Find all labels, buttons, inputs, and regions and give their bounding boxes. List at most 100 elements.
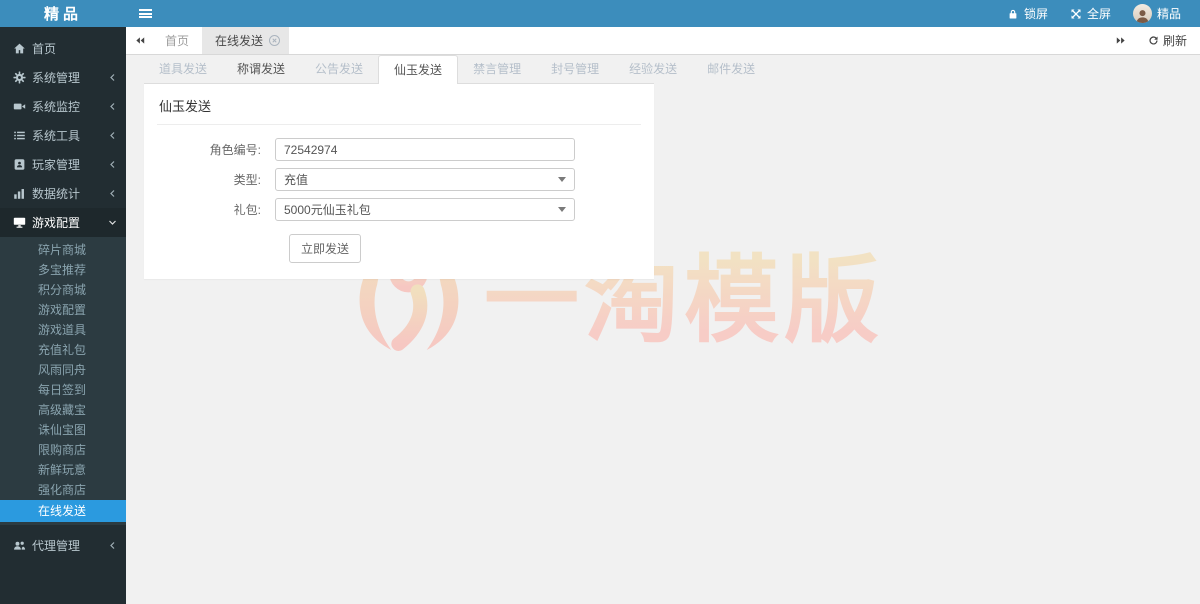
submenu-item[interactable]: 游戏配置	[0, 300, 126, 320]
bar-chart-icon	[13, 187, 32, 200]
sidebar-item-label: 系统工具	[32, 129, 81, 143]
content-area: 首页 在线发送 刷新 道具发送 称谓发送 公告发送 仙玉发送 禁言管理 封号管理…	[126, 27, 1200, 604]
chevron-left-icon	[108, 131, 117, 140]
send-now-button[interactable]: 立即发送	[289, 234, 362, 263]
form-row-type: 类型: 充值	[157, 168, 641, 191]
user-name: 精品	[1156, 7, 1181, 21]
home-icon	[13, 42, 32, 55]
sidebar-item-label: 玩家管理	[32, 158, 81, 172]
sidebar-item-label: 首页	[32, 42, 57, 56]
refresh-button[interactable]: 刷新	[1135, 27, 1200, 54]
list-icon	[13, 129, 32, 142]
sidebar-item-player-manage[interactable]: 玩家管理	[0, 150, 126, 179]
tab-mail-send[interactable]: 邮件发送	[692, 55, 770, 83]
tab-notice-send[interactable]: 公告发送	[300, 55, 378, 83]
chevron-left-icon	[108, 102, 117, 111]
video-camera-icon	[13, 100, 32, 113]
jade-send-panel: 仙玉发送 角色编号: 类型: 充值 礼包: 5000元仙玉礼包 立即发送	[144, 84, 654, 279]
close-tab-icon[interactable]	[269, 35, 281, 46]
submenu-item[interactable]: 游戏道具	[0, 320, 126, 340]
users-icon	[13, 539, 32, 552]
caret-down-icon	[558, 207, 566, 212]
fullscreen-label: 全屏	[1086, 7, 1111, 21]
gift-select-value: 5000元仙玉礼包	[284, 203, 371, 217]
tab-item-send[interactable]: 道具发送	[144, 55, 222, 83]
fullscreen-icon	[1071, 9, 1081, 18]
type-select[interactable]: 充值	[275, 168, 575, 191]
lock-screen-button[interactable]: 锁屏	[996, 0, 1059, 27]
avatar	[1132, 4, 1152, 23]
game-config-submenu: 碎片商城 多宝推荐 积分商城 游戏配置 游戏道具 充值礼包 风雨同舟 每日签到 …	[0, 237, 126, 525]
desktop-icon	[13, 216, 32, 229]
sidebar-item-system-manage[interactable]: 系统管理	[0, 63, 126, 92]
submenu-item[interactable]: 风雨同舟	[0, 360, 126, 380]
breadcrumb-tab-current[interactable]: 在线发送	[202, 27, 290, 54]
refresh-icon	[1149, 36, 1158, 45]
chevron-left-icon	[108, 541, 117, 550]
panel-title: 仙玉发送	[157, 93, 641, 125]
submenu-item[interactable]: 每日签到	[0, 380, 126, 400]
role-id-input[interactable]	[275, 138, 575, 161]
sidebar-item-label: 数据统计	[32, 187, 81, 201]
submenu-item[interactable]: 碎片商城	[0, 240, 126, 260]
submenu-item[interactable]: 充值礼包	[0, 340, 126, 360]
chevron-left-icon	[108, 73, 117, 82]
chevron-left-icon	[108, 189, 117, 198]
send-tabs: 道具发送 称谓发送 公告发送 仙玉发送 禁言管理 封号管理 经验发送 邮件发送	[144, 55, 755, 84]
sidebar-item-label: 游戏配置	[32, 216, 81, 230]
refresh-label: 刷新	[1162, 34, 1187, 48]
tabs-scroll-left-button[interactable]	[126, 27, 152, 54]
tabs-scroll-right-button[interactable]	[1109, 27, 1135, 54]
sidebar-item-system-monitor[interactable]: 系统监控	[0, 92, 126, 121]
double-left-arrow-icon	[135, 37, 144, 44]
submenu-item[interactable]: 高级藏宝	[0, 400, 126, 420]
submenu-item[interactable]: 强化商店	[0, 480, 126, 500]
tab-exp-send[interactable]: 经验发送	[614, 55, 692, 83]
sidebar-item-label: 系统监控	[32, 100, 81, 114]
tab-jade-send-active[interactable]: 仙玉发送	[378, 55, 459, 84]
sidebar-toggle-button[interactable]	[126, 0, 164, 27]
breadcrumb-tab-home[interactable]: 首页	[152, 27, 202, 54]
submenu-item[interactable]: 诛仙宝图	[0, 420, 126, 440]
submenu-item[interactable]: 限购商店	[0, 440, 126, 460]
tab-mute-manage[interactable]: 禁言管理	[458, 55, 536, 83]
breadcrumb-current-label: 在线发送	[215, 34, 264, 48]
brand-logo[interactable]: 精品	[0, 0, 126, 27]
gift-label: 礼包:	[233, 203, 261, 217]
form-row-role-id: 角色编号:	[157, 138, 641, 161]
submenu-item[interactable]: 多宝推荐	[0, 260, 126, 280]
lock-screen-label: 锁屏	[1023, 7, 1048, 21]
user-menu[interactable]: 精品	[1122, 0, 1192, 27]
gift-select[interactable]: 5000元仙玉礼包	[275, 198, 575, 221]
chevron-left-icon	[108, 160, 117, 169]
chevron-down-icon	[108, 218, 117, 227]
form-row-gift: 礼包: 5000元仙玉礼包	[157, 198, 641, 221]
sidebar-item-home[interactable]: 首页	[0, 34, 126, 63]
sidebar: 首页 系统管理 系统监控 系统工具 玩家管理 数据统计 游戏配置 碎片商城 多宝…	[0, 27, 126, 604]
fullscreen-button[interactable]: 全屏	[1059, 0, 1122, 27]
submenu-item[interactable]: 积分商城	[0, 280, 126, 300]
breadcrumb-right: 刷新	[1109, 27, 1200, 54]
tab-title-send[interactable]: 称谓发送	[222, 55, 300, 83]
submenu-item[interactable]: 新鲜玩意	[0, 460, 126, 480]
gear-icon	[13, 71, 32, 84]
tab-ban-manage[interactable]: 封号管理	[536, 55, 614, 83]
sidebar-item-label: 系统管理	[32, 71, 81, 85]
sidebar-item-agent-manage[interactable]: 代理管理	[0, 531, 126, 560]
breadcrumb-tab-bar: 首页 在线发送 刷新	[126, 27, 1200, 55]
role-id-label: 角色编号:	[209, 143, 261, 157]
double-right-arrow-icon	[1117, 37, 1126, 44]
type-label: 类型:	[233, 173, 261, 187]
lock-icon	[1009, 9, 1017, 18]
type-select-value: 充值	[284, 173, 309, 187]
caret-down-icon	[558, 177, 566, 182]
top-navbar: 锁屏 全屏 精品	[126, 0, 1200, 27]
sidebar-item-label: 代理管理	[32, 539, 81, 553]
sidebar-item-game-config[interactable]: 游戏配置	[0, 208, 126, 237]
navbar-right: 锁屏 全屏 精品	[996, 0, 1200, 27]
submenu-item-online-send-active[interactable]: 在线发送	[0, 500, 126, 522]
sidebar-item-data-stats[interactable]: 数据统计	[0, 179, 126, 208]
hamburger-icon	[138, 9, 152, 18]
id-card-icon	[13, 158, 32, 171]
sidebar-item-system-tools[interactable]: 系统工具	[0, 121, 126, 150]
